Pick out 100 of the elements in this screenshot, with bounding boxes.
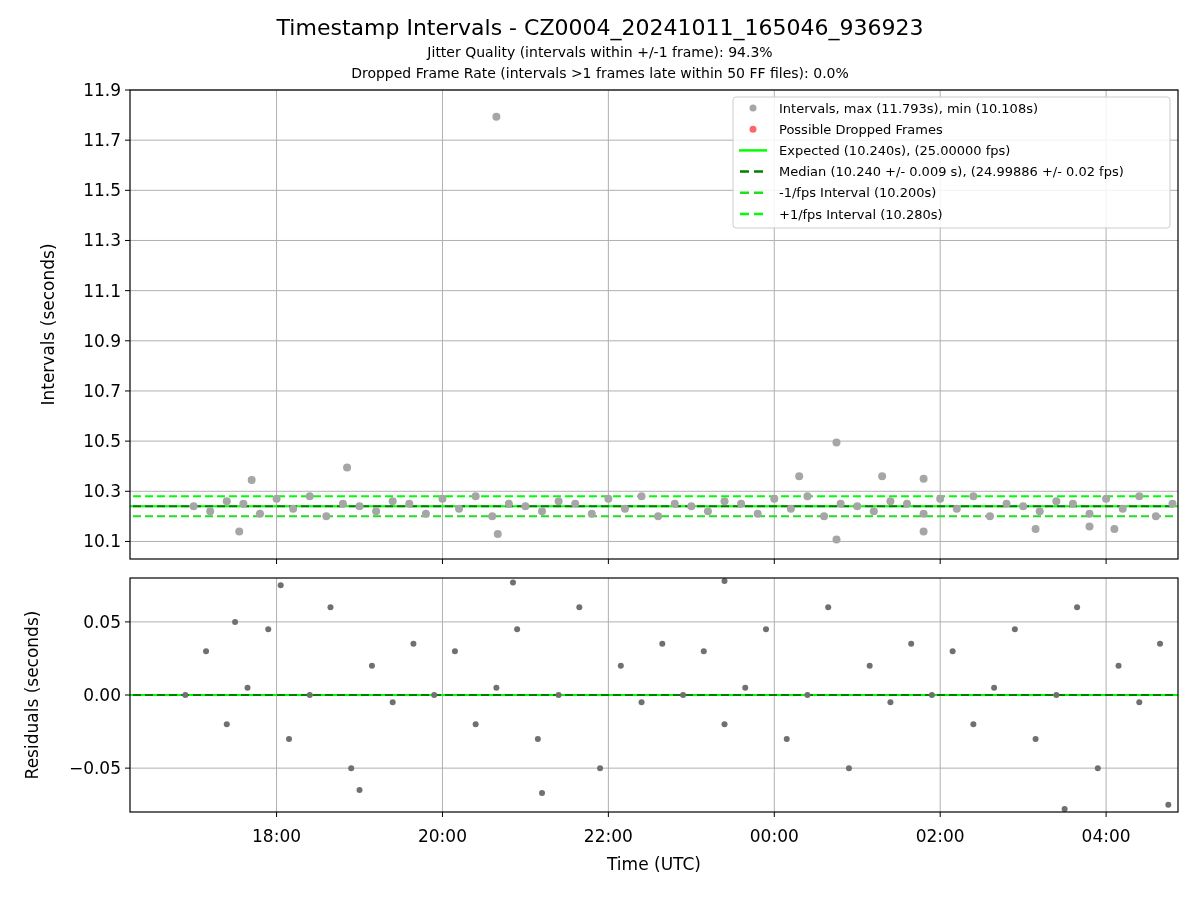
data-point (654, 512, 663, 521)
data-point (1074, 604, 1081, 611)
data-point (372, 507, 381, 516)
data-point (455, 504, 464, 513)
data-point (763, 626, 769, 633)
data-point (247, 476, 256, 484)
y-tick-label: 11.5 (83, 180, 121, 201)
data-point (886, 497, 895, 506)
data-point (804, 692, 811, 698)
data-point (521, 502, 530, 511)
y-tick-label: 10.3 (83, 481, 121, 502)
data-point (203, 648, 210, 655)
data-point (355, 502, 364, 511)
y-tick-label: 11.7 (83, 130, 121, 151)
legend-label: -1/fps Interval (10.200s) (779, 185, 937, 201)
data-point (576, 604, 583, 611)
data-point (700, 648, 707, 655)
data-point (504, 499, 513, 508)
data-point (289, 504, 298, 513)
data-point (1035, 507, 1044, 516)
data-point (721, 577, 728, 584)
data-point (845, 765, 852, 772)
data-point (659, 640, 666, 647)
data-point (825, 604, 832, 611)
chart-subtitle: Dropped Frame Rate (intervals >1 frames late within 50 FF files): 0.0% (351, 64, 849, 83)
data-point (928, 692, 935, 698)
x-tick-label: 20:00 (417, 826, 467, 846)
legend-label: Possible Dropped Frames (779, 121, 943, 137)
data-point (866, 662, 873, 669)
x-tick-label: 02:00 (915, 826, 965, 846)
y-axis-label: Intervals (seconds) (38, 243, 58, 406)
legend-label: +1/fps Interval (10.280s) (779, 206, 943, 222)
data-point (887, 699, 894, 706)
data-point (493, 529, 502, 538)
data-point (836, 499, 845, 508)
data-point (869, 507, 878, 516)
data-point (687, 502, 696, 511)
legend-label: Expected (10.240s), (25.00000 fps) (779, 142, 1011, 158)
data-point (405, 499, 414, 508)
y-tick-label: 11.3 (83, 230, 121, 251)
data-point (343, 463, 352, 472)
x-tick-label: 04:00 (1081, 826, 1131, 846)
x-tick-label: 22:00 (583, 826, 633, 846)
data-point (919, 474, 928, 483)
data-point (235, 527, 244, 536)
data-point (327, 604, 334, 611)
data-point (753, 509, 762, 518)
data-point (1002, 499, 1011, 508)
data-point (1157, 640, 1164, 647)
data-point (206, 507, 215, 516)
data-point (638, 699, 645, 706)
data-point (244, 684, 251, 691)
data-point (587, 509, 596, 518)
data-point (368, 662, 375, 669)
data-point (388, 497, 397, 506)
data-point (985, 512, 994, 521)
data-point (1031, 524, 1040, 533)
data-point (555, 692, 562, 698)
x-tick-label: 00:00 (749, 826, 799, 846)
data-point (223, 721, 230, 728)
data-point (1032, 735, 1039, 742)
data-point (306, 692, 313, 698)
data-point (1118, 504, 1127, 513)
data-point (786, 504, 795, 513)
x-tick-label: 18:00 (252, 826, 302, 846)
data-point (421, 509, 430, 518)
legend-label: Intervals, max (11.793s), min (10.108s) (779, 100, 1038, 116)
y-axis-label: Residuals (seconds) (22, 610, 42, 780)
x-axis-label: Time (UTC) (607, 854, 701, 874)
data-point (492, 112, 501, 121)
chart-title: Timestamp Intervals - CZ0004_20241011_165046_936923 (276, 14, 924, 42)
data-point (538, 507, 546, 516)
data-point (1165, 801, 1172, 808)
data-point (182, 692, 189, 698)
data-point (783, 735, 790, 742)
data-point (1085, 509, 1094, 518)
data-point (510, 579, 516, 586)
data-point (232, 618, 239, 625)
data-point (389, 699, 396, 706)
data-point (514, 626, 521, 633)
data-point (853, 502, 862, 511)
y-tick-label: 0.05 (83, 611, 121, 632)
y-tick-label: 10.5 (83, 431, 121, 452)
data-point (908, 640, 915, 647)
data-point (703, 507, 712, 516)
data-point (356, 787, 363, 794)
data-point (903, 499, 911, 508)
data-point (493, 684, 500, 691)
data-point (1052, 497, 1061, 506)
data-point (680, 692, 687, 698)
data-point (1151, 512, 1160, 521)
data-point (348, 765, 355, 772)
data-point (239, 499, 248, 508)
legend-label: Median (10.240 +/- 0.009 s), (24.99886 +/- 0.02 fps) (779, 164, 1124, 180)
data-point (265, 626, 272, 633)
data-point (431, 692, 438, 698)
data-point (539, 790, 545, 796)
data-point (554, 497, 563, 506)
data-point (617, 662, 624, 669)
data-point (338, 499, 347, 508)
